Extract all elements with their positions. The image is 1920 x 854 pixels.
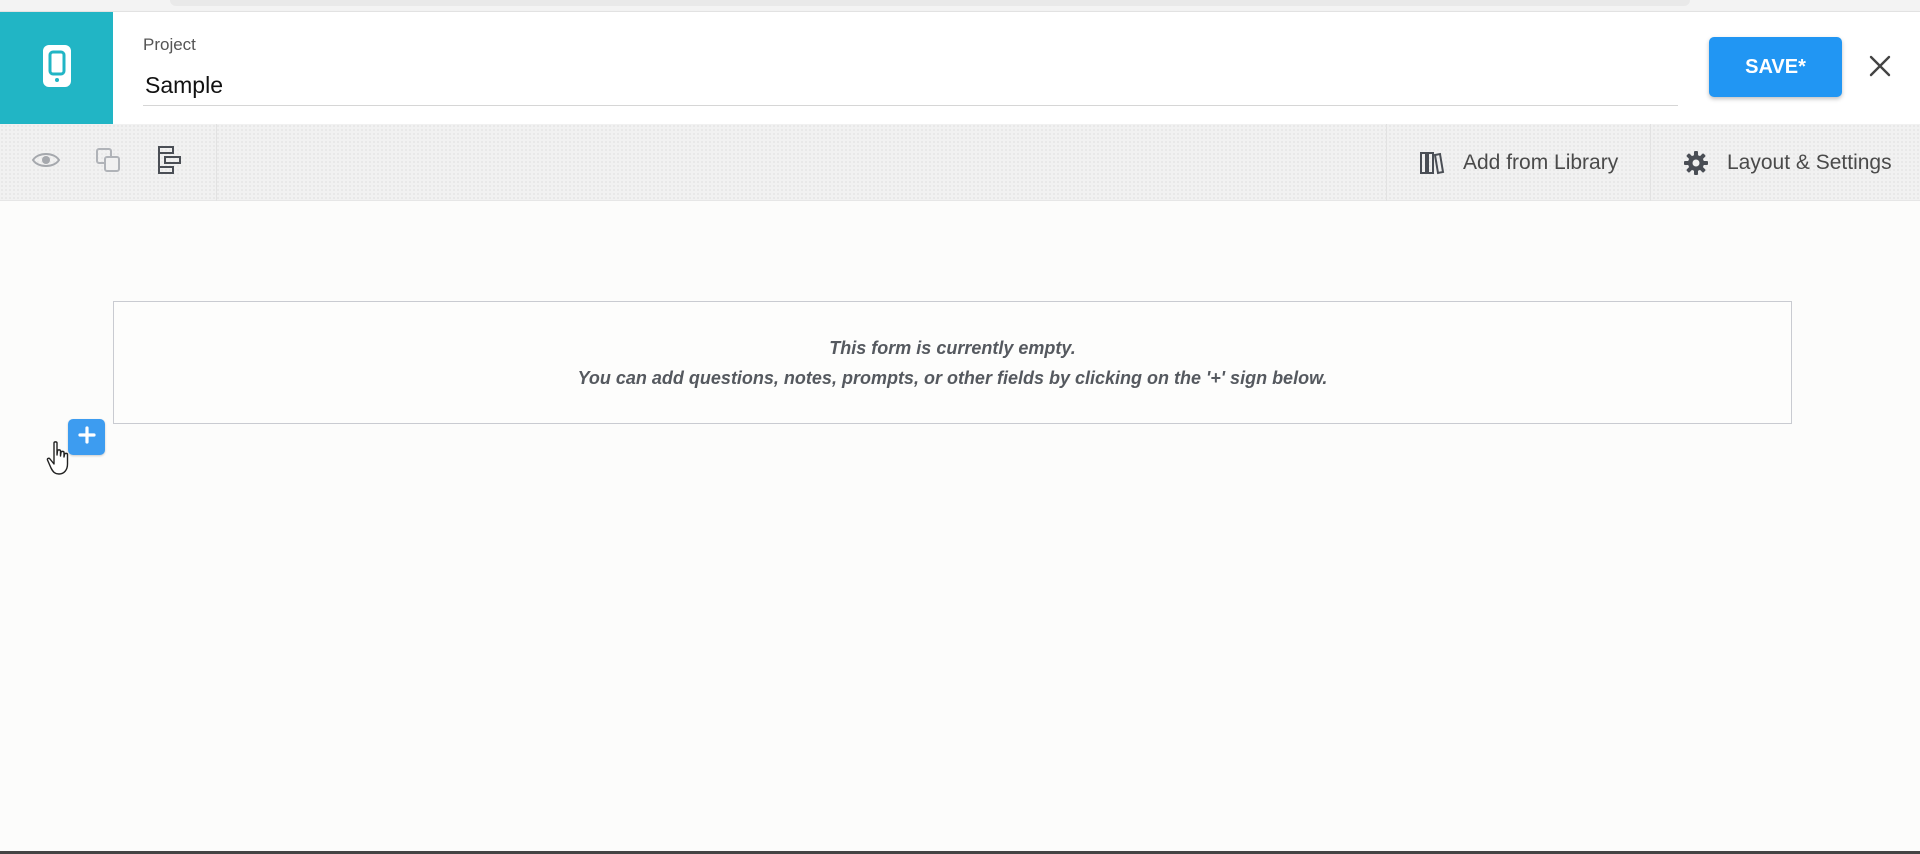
plus-icon xyxy=(77,425,96,449)
form-canvas xyxy=(0,201,1920,853)
empty-form-message: This form is currently empty. You can ad… xyxy=(113,301,1792,424)
hand-pointer-icon xyxy=(45,440,75,476)
browser-top-strip xyxy=(0,0,1920,12)
empty-form-title: This form is currently empty. xyxy=(829,337,1076,358)
empty-form-hint: You can add questions, notes, prompts, o… xyxy=(577,367,1328,388)
project-label: Project xyxy=(143,35,196,54)
library-icon xyxy=(1419,150,1445,176)
project-name-input[interactable] xyxy=(143,66,1678,106)
structure-button[interactable] xyxy=(153,145,185,180)
toolbar-divider xyxy=(1650,124,1651,201)
save-button[interactable]: SAVE* xyxy=(1709,37,1842,97)
top-scroll-pill xyxy=(170,0,1690,6)
layout-settings-button[interactable]: Layout & Settings xyxy=(1683,124,1892,201)
header-bar: Project SAVE* xyxy=(0,12,1920,124)
toolbar-divider xyxy=(1386,124,1387,201)
add-from-library-button[interactable]: Add from Library xyxy=(1419,124,1618,201)
toolbar-divider xyxy=(216,124,217,201)
close-button[interactable] xyxy=(1864,52,1896,84)
toolbar: Add from Library Layout & Settings xyxy=(0,124,1920,201)
close-icon xyxy=(1868,54,1892,83)
preview-button[interactable] xyxy=(30,146,62,178)
eye-icon xyxy=(31,149,61,176)
layout-settings-label: Layout & Settings xyxy=(1727,150,1892,174)
copy-icon xyxy=(95,147,121,178)
gear-icon xyxy=(1683,150,1709,176)
structure-icon xyxy=(155,145,183,180)
mobile-device-icon xyxy=(42,44,72,93)
app-tile xyxy=(0,12,113,124)
duplicate-button[interactable] xyxy=(92,146,124,178)
add-from-library-label: Add from Library xyxy=(1463,150,1619,174)
